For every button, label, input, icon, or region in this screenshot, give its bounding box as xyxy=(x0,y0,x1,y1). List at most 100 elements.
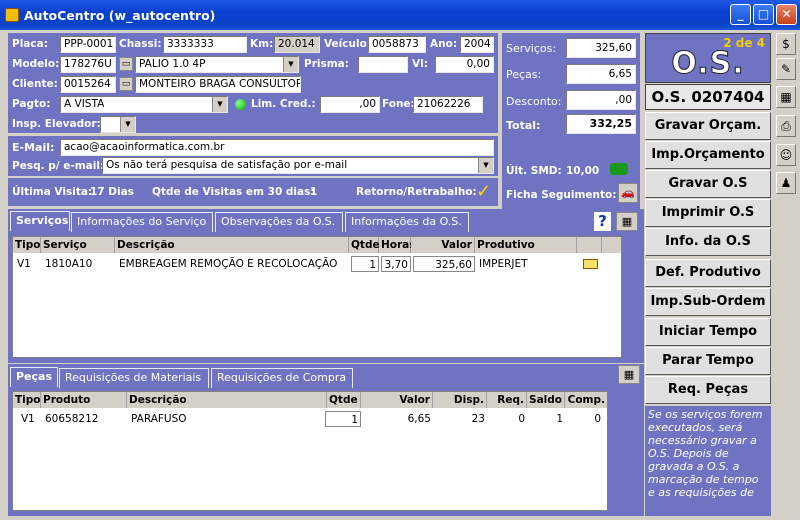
chassi-label: Chassi: xyxy=(119,38,162,50)
pagto-value: A VISTA xyxy=(64,98,105,110)
table-row[interactable]: V1 60658212 PARAFUSO 1 6,65 23 0 1 0 xyxy=(13,410,607,428)
total-field[interactable]: 332,25 xyxy=(566,114,636,134)
tab-servicos[interactable]: Serviços xyxy=(10,211,70,231)
chevron-down-icon[interactable]: ▼ xyxy=(120,117,135,132)
desconto-field[interactable]: ,00 xyxy=(566,90,636,110)
cell-req: 0 xyxy=(518,413,525,425)
col-produto: Produto xyxy=(41,392,127,408)
parts-grid: Tipo Produto Descrição Qtde Valor Disp. … xyxy=(12,391,608,511)
credit-status-icon xyxy=(235,99,246,110)
edit-icon[interactable]: ✎ xyxy=(776,58,796,80)
parar-tempo-button[interactable]: Parar Tempo xyxy=(645,347,771,375)
gravar-os-button[interactable]: Gravar O.S xyxy=(645,170,771,198)
qtde-visitas-label: Qtde de Visitas em 30 dias: xyxy=(152,186,315,198)
modelo-value: PALIO 1.0 4P xyxy=(139,58,206,70)
email-panel: E-Mail: acao@acaoinformatica.com.br Pesq… xyxy=(8,136,498,176)
table-row[interactable]: V1 1810A10 EMBREAGEM REMOÇÃO E RECOLOCAÇ… xyxy=(13,256,621,274)
tab-req-compra[interactable]: Requisições de Compra xyxy=(211,368,353,388)
tab-req-materiais[interactable]: Requisições de Materiais xyxy=(59,368,209,388)
col-blank-2 xyxy=(602,237,621,253)
chart-icon[interactable]: ▦ xyxy=(776,86,796,108)
chassi-field[interactable]: 3333333 xyxy=(163,36,247,53)
folder-icon[interactable] xyxy=(583,259,598,269)
imprimir-os-button[interactable]: Imprimir O.S xyxy=(645,199,771,227)
email-field[interactable]: acao@acaoinformatica.com.br xyxy=(60,139,494,156)
ultima-visita-value: 17 Dias xyxy=(90,186,134,198)
cell-valor[interactable]: 325,60 xyxy=(413,256,475,272)
veiculo-field[interactable]: 0058873 xyxy=(368,36,426,53)
pesq-select[interactable]: Os não terá pesquisa de satisfação por e… xyxy=(102,157,494,174)
cliente-code-field[interactable]: 0015264 xyxy=(60,76,116,93)
car-lookup-icon[interactable]: ▭ xyxy=(119,57,133,71)
imp-orcamento-button[interactable]: Imp.Orçamento xyxy=(645,141,771,169)
tab-info-servico[interactable]: Informações do Serviço xyxy=(71,212,213,232)
dollar-icon[interactable]: $ xyxy=(776,33,796,55)
col-qtde: Qtde xyxy=(349,237,380,253)
smd-value: 10,00 xyxy=(566,165,600,177)
placa-field[interactable]: PPP-0001 xyxy=(60,36,116,53)
title-bar: AutoCentro (w_autocentro) _ □ ✕ xyxy=(0,0,800,30)
tab-pecas[interactable]: Peças xyxy=(10,367,58,387)
fone-field[interactable]: 21062226 xyxy=(413,96,483,113)
services-grid: Tipo Serviço Descrição Qtde Horas Valor … xyxy=(12,236,622,358)
grid-export-icon[interactable]: ▦ xyxy=(618,365,640,384)
tab-info-os[interactable]: Informações da O.S. xyxy=(345,212,469,232)
os-logo-panel: 2 de 4 O.S. xyxy=(645,33,771,83)
window-title: AutoCentro (w_autocentro) xyxy=(24,8,216,23)
limcred-field[interactable]: ,00 xyxy=(320,96,380,113)
cell-horas[interactable]: 3,70 xyxy=(381,256,411,272)
pagto-label: Pagto: xyxy=(12,98,51,110)
tab-observacoes[interactable]: Observações da O.S. xyxy=(215,212,343,232)
cell-qtde[interactable]: 1 xyxy=(325,411,361,427)
services-panel: Serviços Informações do Serviço Observaç… xyxy=(8,209,644,363)
servicos-total-field[interactable]: 325,60 xyxy=(566,38,636,58)
chevron-down-icon[interactable]: ▼ xyxy=(478,158,493,173)
col-valor: Valor xyxy=(411,237,475,253)
ano-field[interactable]: 2004 xyxy=(460,36,494,53)
qtde-visitas-value: 1 xyxy=(310,186,318,198)
chevron-down-icon[interactable]: ▼ xyxy=(212,97,227,112)
printer-icon[interactable]: ⎙ xyxy=(776,115,796,137)
grid-export-icon[interactable]: ▦ xyxy=(616,212,638,231)
checkmark-icon: ✓ xyxy=(476,181,492,202)
imp-sub-ordem-button[interactable]: Imp.Sub-Ordem xyxy=(645,288,771,316)
cell-descricao: PARAFUSO xyxy=(131,413,187,425)
col-tipo: Tipo xyxy=(13,237,41,253)
km-field[interactable]: 20.014 xyxy=(274,36,320,53)
req-pecas-button[interactable]: Req. Peças xyxy=(645,376,771,404)
cell-qtde[interactable]: 1 xyxy=(351,256,379,272)
total-label: Total: xyxy=(506,119,541,132)
modelo-select[interactable]: PALIO 1.0 4P ▼ xyxy=(135,56,299,73)
def-produtivo-button[interactable]: Def. Produtivo xyxy=(645,259,771,287)
minimize-button[interactable]: _ xyxy=(730,4,751,25)
ano-label: Ano: xyxy=(430,38,458,50)
alarm-icon[interactable]: ☺ xyxy=(776,144,796,166)
help-icon[interactable]: ? xyxy=(594,212,611,231)
cliente-name-field[interactable]: MONTEIRO BRAGA CONSULTORIA xyxy=(135,76,301,93)
battery-icon xyxy=(610,163,628,175)
prisma-field[interactable] xyxy=(358,56,408,73)
cell-tipo: V1 xyxy=(17,258,31,270)
vl-label: Vl: xyxy=(412,58,428,70)
chevron-down-icon[interactable]: ▼ xyxy=(283,57,298,72)
col-produtivo: Produtivo xyxy=(475,237,577,253)
maximize-button[interactable]: □ xyxy=(753,4,774,25)
visit-panel: Última Visita: 17 Dias Qtde de Visitas e… xyxy=(8,178,498,206)
pagto-select[interactable]: A VISTA ▼ xyxy=(60,96,228,113)
totals-panel: Serviços: 325,60 Peças: 6,65 Desconto: ,… xyxy=(502,33,640,209)
os-logo: O.S. xyxy=(671,46,745,82)
modelo-code-field[interactable]: 178276U xyxy=(60,56,116,73)
pecas-total-field[interactable]: 6,65 xyxy=(566,64,636,84)
client-lookup-icon[interactable]: ▭ xyxy=(119,77,133,91)
info-os-button[interactable]: Info. da O.S xyxy=(645,228,771,256)
iniciar-tempo-button[interactable]: Iniciar Tempo xyxy=(645,318,771,346)
binoculars-icon[interactable]: ♟ xyxy=(776,172,796,194)
insp-select[interactable]: ▼ xyxy=(100,116,136,133)
vl-field[interactable]: 0,00 xyxy=(435,56,494,73)
gravar-orcamento-button[interactable]: Gravar Orçam. xyxy=(645,112,771,140)
col-disp: Disp. xyxy=(433,392,487,408)
pesq-value: Os não terá pesquisa de satisfação por e… xyxy=(106,159,348,171)
car-icon[interactable]: 🚗 xyxy=(618,183,638,203)
close-button[interactable]: ✕ xyxy=(776,4,797,25)
col-servico: Serviço xyxy=(41,237,115,253)
